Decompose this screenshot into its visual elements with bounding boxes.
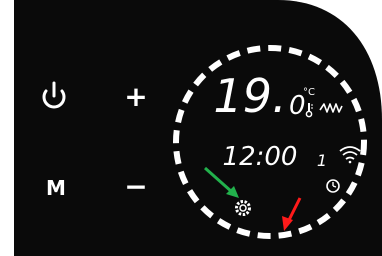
plus-button[interactable]: +	[114, 76, 158, 120]
power-button[interactable]	[32, 76, 76, 120]
day-value: 1	[317, 151, 327, 170]
minus-button[interactable]: −	[114, 166, 158, 210]
plus-label: +	[124, 80, 147, 113]
temperature-value: 19.	[213, 69, 286, 123]
mode-label: M	[46, 176, 66, 200]
minus-label: −	[124, 170, 147, 203]
thermostat-panel: + M − 19. 0 °C 12:00 1	[0, 0, 382, 256]
mode-button[interactable]: M	[34, 166, 78, 210]
temperature-unit: °C	[303, 87, 315, 98]
time-value: 12:00	[223, 142, 298, 172]
